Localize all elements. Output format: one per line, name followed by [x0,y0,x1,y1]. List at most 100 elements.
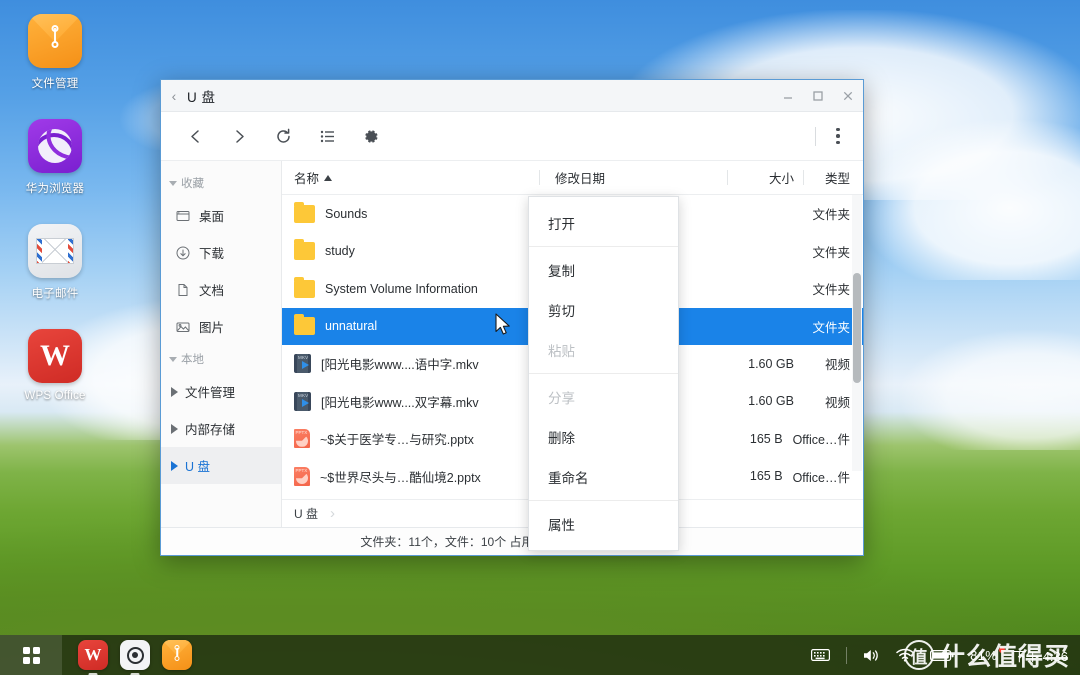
mkv-video-icon: MKV [294,391,311,411]
forward-icon[interactable] [217,116,261,156]
wps-office-icon: W [28,329,82,383]
window-title: U 盘 [187,89,216,105]
sidebar-item-label: 桌面 [199,210,225,224]
desktop-icon-huawei-browser[interactable]: 华为浏览器 [0,119,110,196]
column-header-type[interactable]: 类型 [804,161,863,194]
file-name-cell: MKV [阳光电影www....语中字.mkv [282,354,540,374]
sidebar-item-file-manager[interactable]: 文件管理 [161,373,281,410]
desktop-icon-label: 电子邮件 [31,288,79,300]
clock[interactable]: 下午 4:36 [1013,646,1068,665]
sidebar: 收藏 桌面 下载 文档 图片 本地 文件管理 内部存储 U 盘 [161,161,282,527]
minimize-icon[interactable] [773,80,803,112]
column-header-date[interactable]: 修改日期 [540,161,728,194]
folder-icon [294,314,315,336]
mkv-video-icon: MKV [294,354,311,374]
apps-grid-icon[interactable] [0,635,62,675]
volume-icon[interactable] [863,648,880,663]
battery-percent-label: 81% [970,646,1006,663]
system-tray: 81% 下午 4:36 [811,646,1080,665]
folder-icon [294,239,315,261]
sidebar-item-downloads[interactable]: 下载 [161,234,281,271]
desktop-icon-file-manager[interactable]: 文件管理 [0,14,110,91]
folder-icon [294,201,315,223]
file-name: study [325,244,355,259]
file-name-cell: PPTX ~$关于医学专…与研究.pptx [282,429,534,449]
wifi-icon[interactable] [896,648,914,662]
document-icon [175,282,191,298]
context-menu-item-open[interactable]: 打开 [529,203,678,243]
pptx-file-icon: PPTX [294,466,310,486]
desktop-icon-email[interactable]: 电子邮件 [0,224,110,301]
desktop-icon-label: 文件管理 [31,78,79,90]
sidebar-item-label: 图片 [199,321,225,335]
sidebar-group-label: 收藏 [181,178,204,190]
file-name: Sounds [325,206,368,221]
sidebar-item-internal-storage[interactable]: 内部存储 [161,410,281,447]
close-icon[interactable] [833,80,863,112]
sidebar-item-label: U 盘 [185,460,211,474]
sort-ascending-icon [324,174,333,181]
back-icon[interactable] [173,116,217,156]
sidebar-item-label: 内部存储 [185,423,236,437]
sidebar-item-desktop[interactable]: 桌面 [161,197,281,234]
file-name-cell: study [282,239,540,261]
list-view-icon[interactable] [305,116,349,156]
file-size: 1.60 GB [748,394,794,409]
column-header-size[interactable]: 大小 [728,161,804,194]
refresh-icon[interactable] [261,116,305,156]
taskbar-app-huawei-browser[interactable] [120,640,150,675]
sidebar-item-usb-drive[interactable]: U 盘 [161,447,281,484]
maximize-icon[interactable] [803,80,833,112]
mouse-cursor [495,313,510,335]
file-name-cell: Sounds [282,201,540,223]
context-menu-item-paste: 粘贴 [548,344,575,359]
context-menu-item-copy[interactable]: 复制 [529,250,678,290]
column-header-name[interactable]: 名称 [282,161,540,194]
expand-triangle-icon[interactable] [171,386,178,397]
desktop-icon-wps-office[interactable]: W WPS Office [0,329,110,402]
sidebar-item-documents[interactable]: 文档 [161,271,281,308]
gear-icon[interactable] [349,116,393,156]
column-header-label: 类型 [824,172,850,186]
cloud-decoration [860,120,1080,280]
cloud-decoration [900,330,1080,450]
taskbar-app-wps-office[interactable]: W [78,640,108,675]
context-menu-item-cut[interactable]: 剪切 [529,290,678,330]
vertical-scrollbar[interactable] [852,195,862,471]
file-name-cell: PPTX ~$世界尽头与…酷仙境2.pptx [282,466,534,486]
keyboard-icon[interactable] [811,648,831,662]
taskbar: W 81% 下午 4:36 值 什么值得买 [0,635,1080,675]
sidebar-group-local[interactable]: 本地 [161,345,281,373]
chevron-down-icon [169,180,177,186]
status-bar: 文件夹：11个，文件：10个 占用…… GB（已选中 1 个） [161,527,863,555]
file-size: 165 B [749,431,783,446]
file-name: [阳光电影www....双字幕.mkv [321,395,479,410]
breadcrumb-item-usb[interactable]: U 盘 [294,505,318,522]
column-header-label: 名称 [294,172,320,186]
notification-dot [999,646,1006,653]
window-titlebar: ‹ U 盘 [161,80,863,112]
window-toolbar [161,112,863,161]
file-name-cell: MKV [阳光电影www....双字幕.mkv [282,391,540,411]
sidebar-item-label: 文件管理 [185,386,236,400]
title-back-chevron-icon[interactable]: ‹ [161,88,187,104]
context-menu-item-delete[interactable]: 删除 [529,417,678,457]
more-vertical-icon[interactable] [825,116,851,156]
context-menu-item-share: 分享 [548,391,575,406]
taskbar-app-file-manager[interactable] [162,640,192,670]
desktop: 文件管理 华为浏览器 电子邮件 W WPS Office ‹ U 盘 收藏 桌面… [0,0,1080,675]
battery-icon[interactable] [930,649,954,662]
scrollbar-thumb[interactable] [853,273,861,383]
picture-icon [175,319,191,335]
sidebar-item-pictures[interactable]: 图片 [161,308,281,345]
sidebar-group-favorites[interactable]: 收藏 [161,169,281,197]
context-menu-item-rename[interactable]: 重命名 [529,457,678,497]
context-menu-item-properties[interactable]: 属性 [529,504,678,544]
expand-triangle-icon[interactable] [171,423,178,434]
file-size: 165 B [749,469,783,484]
expand-triangle-icon[interactable] [171,460,178,471]
desktop-icon-column: 文件管理 华为浏览器 电子邮件 W WPS Office [0,14,110,402]
sidebar-item-label: 下载 [199,247,225,261]
column-header-label: 大小 [768,172,794,186]
file-name: System Volume Information [325,281,478,296]
